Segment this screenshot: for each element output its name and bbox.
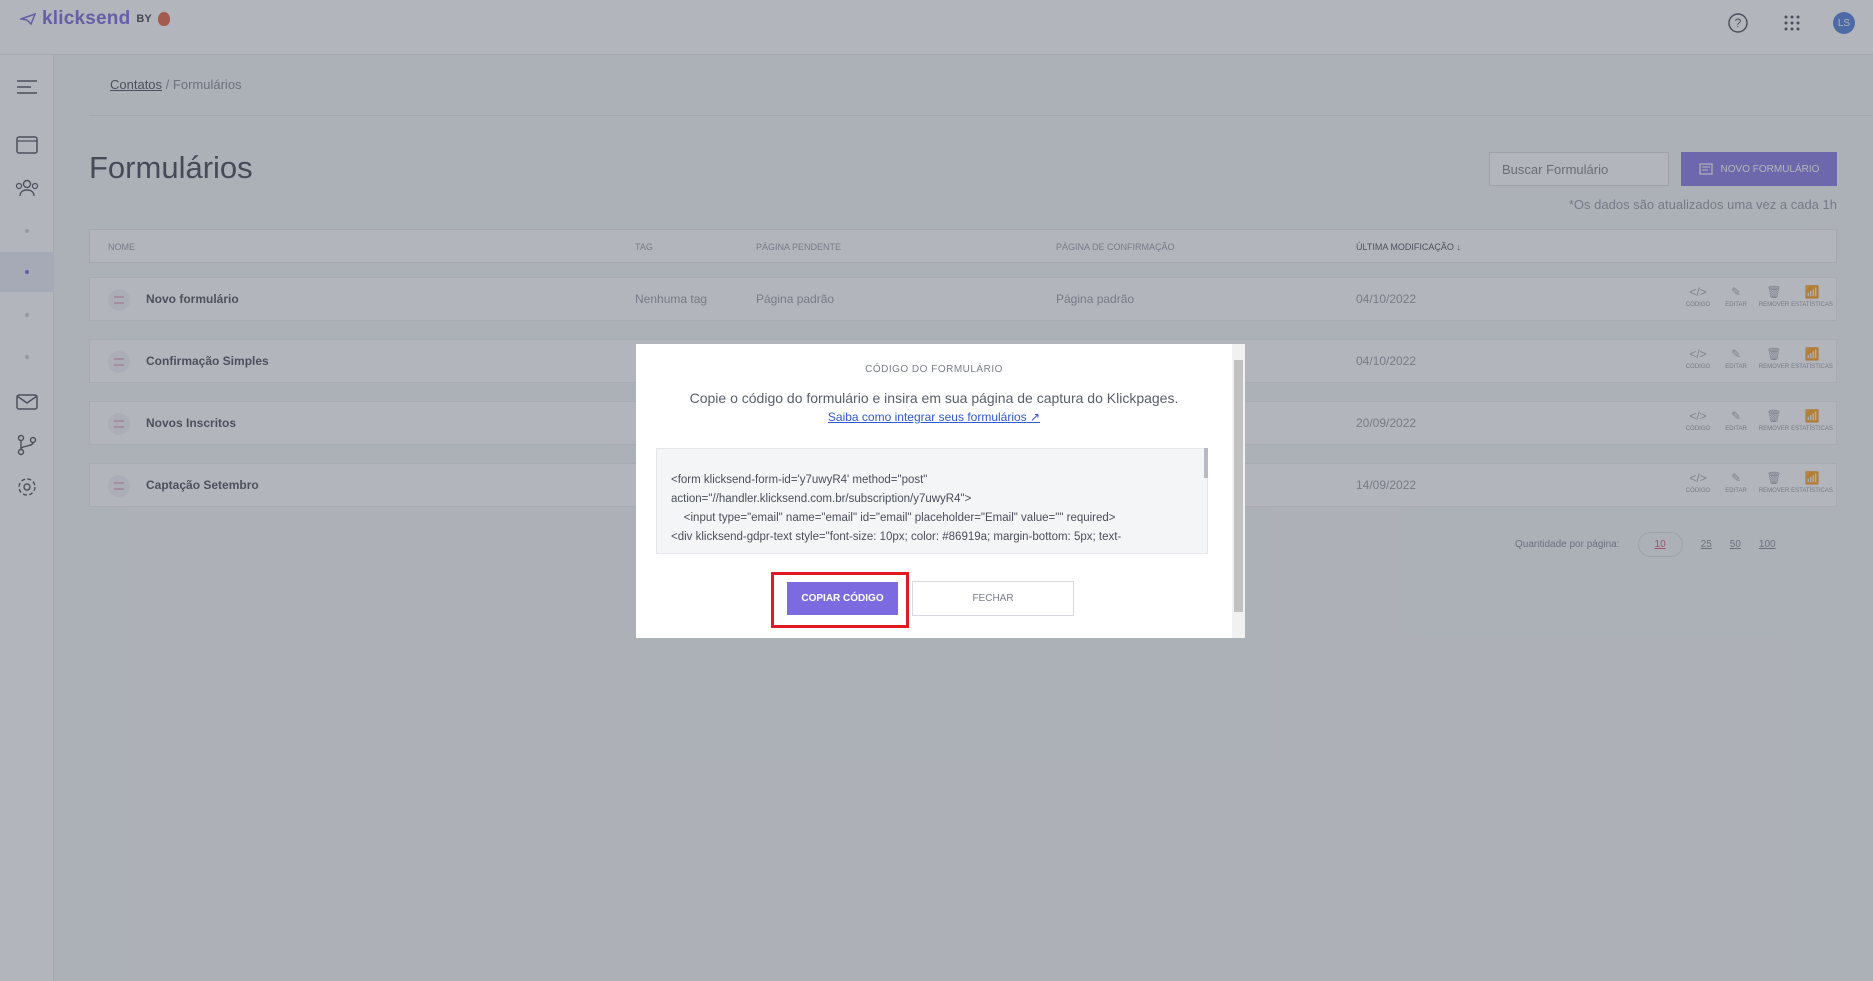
highlight-box [771,572,909,628]
code-scrollbar[interactable] [1204,448,1208,478]
modal-description: Copie o código do formulário e insira em… [689,390,1179,406]
modal-scrollbar[interactable] [1232,344,1245,638]
integration-help-link-text: Saiba como integrar seus formulários [827,410,1027,424]
close-button[interactable]: FECHAR [912,581,1074,616]
modal-title: CÓDIGO DO FORMULÁRIO [865,364,1003,375]
form-code-modal: CÓDIGO DO FORMULÁRIO Copie o código do f… [636,344,1245,638]
code-textarea[interactable]: <form klicksend-form-id='y7uwyR4' method… [656,448,1208,554]
modal-scrollbar-thumb[interactable] [1234,360,1243,612]
integration-help-link[interactable]: Saiba como integrar seus formulários ↗ [636,410,1232,424]
external-link-icon: ↗ [1030,410,1041,424]
